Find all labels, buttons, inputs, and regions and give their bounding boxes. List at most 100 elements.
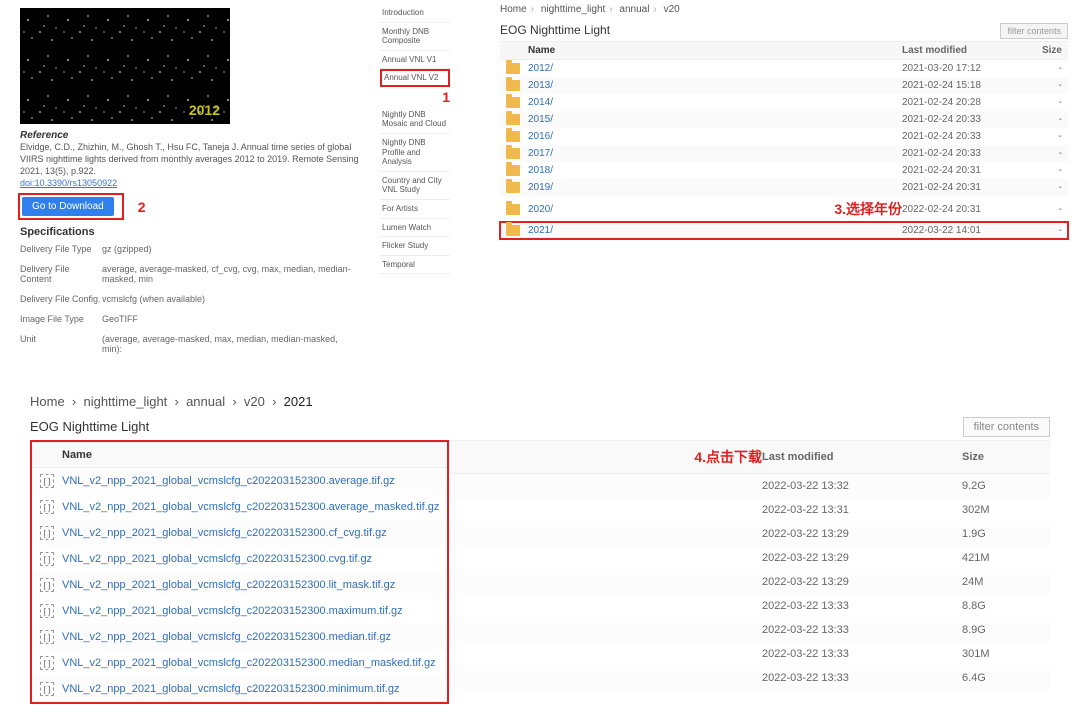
folder-name[interactable]: 2017/ <box>528 148 902 159</box>
folder-row[interactable]: 2018/2021-02-24 20:31- <box>500 162 1068 179</box>
file-name[interactable]: VNL_v2_npp_2021_global_vcmslcfg_c2022031… <box>62 475 439 487</box>
file-row-meta: 2022-03-22 13:336.4G <box>449 666 1050 690</box>
file-modified: 2022-03-22 13:29 <box>762 576 962 588</box>
nav-item[interactable]: Monthly DNB Composite <box>380 23 450 51</box>
file-modified: 2022-03-22 13:32 <box>762 480 962 492</box>
nav-item[interactable]: For Artists <box>380 200 450 219</box>
crumb2-1[interactable]: nighttime_light <box>83 394 167 409</box>
annotation-1: 1 <box>380 87 450 106</box>
listing-title-2: EOG Nighttime Light <box>30 419 149 434</box>
folder-row[interactable]: 2015/2021-02-24 20:33- <box>500 111 1068 128</box>
col-size-header[interactable]: Size <box>1022 45 1062 56</box>
crumb2-2[interactable]: annual <box>186 394 225 409</box>
nav-item[interactable]: Nightly DNB Profile and Analysis <box>380 134 450 172</box>
file-name[interactable]: VNL_v2_npp_2021_global_vcmslcfg_c2022031… <box>62 631 439 643</box>
folder-row[interactable]: 2012/2021-03-20 17:12- <box>500 60 1068 77</box>
folder-row[interactable]: 2016/2021-02-24 20:33- <box>500 128 1068 145</box>
crumb-home[interactable]: Home <box>500 4 527 15</box>
col-name-header[interactable]: Name <box>528 45 902 56</box>
file-name[interactable]: VNL_v2_npp_2021_global_vcmslcfg_c2022031… <box>62 657 439 669</box>
folder-modified: 2022-03-22 14:01 <box>902 225 1022 236</box>
file-name[interactable]: VNL_v2_npp_2021_global_vcmslcfg_c2022031… <box>62 579 439 591</box>
folder-row[interactable]: 2021/2022-03-22 14:01- <box>500 222 1068 239</box>
big-col-size-header[interactable]: Size <box>962 451 1042 463</box>
folder-name[interactable]: 2021/ <box>528 225 902 236</box>
file-row-meta: 2022-03-22 13:338.8G <box>449 594 1050 618</box>
file-row[interactable]: [ ] VNL_v2_npp_2021_global_vcmslcfg_c2022… <box>32 650 447 676</box>
reference-doi-link[interactable]: doi:10.3390/rs13050922 <box>20 178 117 188</box>
file-row-meta: 2022-03-22 13:2924M <box>449 570 1050 594</box>
file-name[interactable]: VNL_v2_npp_2021_global_vcmslcfg_c2022031… <box>62 527 439 539</box>
folder-name[interactable]: 2020/ <box>528 204 774 215</box>
folder-name[interactable]: 2013/ <box>528 80 902 91</box>
crumb-2[interactable]: annual <box>619 4 649 15</box>
big-col-name-header[interactable]: Name <box>62 449 439 461</box>
folder-row[interactable]: 2019/2021-02-24 20:31- <box>500 179 1068 196</box>
folder-name[interactable]: 2014/ <box>528 97 902 108</box>
file-icon: [ ] <box>40 630 54 644</box>
folder-row[interactable]: 2020/3.选择年份2022-02-24 20:31- <box>500 196 1068 222</box>
folder-icon <box>506 114 520 125</box>
file-size: 1.9G <box>962 528 1042 540</box>
listing-title: EOG Nighttime Light <box>500 23 610 37</box>
filter-input-2[interactable]: filter contents <box>963 417 1050 437</box>
crumb2-home[interactable]: Home <box>30 394 65 409</box>
col-mod-header[interactable]: Last modified <box>902 45 1022 56</box>
folder-row[interactable]: 2014/2021-02-24 20:28- <box>500 94 1068 111</box>
nav-item[interactable]: Country and City VNL Study <box>380 172 450 200</box>
file-modified: 2022-03-22 13:33 <box>762 672 962 684</box>
folder-name[interactable]: 2012/ <box>528 63 902 74</box>
crumb-1[interactable]: nighttime_light <box>541 4 605 15</box>
big-col-mod-header[interactable]: Last modified <box>762 451 962 463</box>
spec-val: (average, average-masked, max, median, m… <box>102 334 360 354</box>
folder-modified: 2021-02-24 20:31 <box>902 165 1022 176</box>
crumb-3[interactable]: v20 <box>664 4 680 15</box>
file-row[interactable]: [ ]VNL_v2_npp_2021_global_vcmslcfg_c2022… <box>32 598 447 624</box>
annotation-box-2: Go to Download <box>18 193 124 220</box>
reference-heading: Reference <box>20 130 360 141</box>
folder-size: - <box>1022 80 1062 91</box>
breadcrumb-2: Home › nighttime_light › annual › v20 › … <box>30 394 1050 409</box>
spec-val: vcmslcfg (when available) <box>102 294 205 304</box>
file-row[interactable]: [ ]VNL_v2_npp_2021_global_vcmslcfg_c2022… <box>32 546 447 572</box>
folder-icon <box>506 63 520 74</box>
file-row[interactable]: [ ]VNL_v2_npp_2021_global_vcmslcfg_c2022… <box>32 572 447 598</box>
file-name[interactable]: VNL_v2_npp_2021_global_vcmslcfg_c2022031… <box>62 553 439 565</box>
folder-modified: 2021-02-24 20:33 <box>902 148 1022 159</box>
file-row[interactable]: [ ]VNL_v2_npp_2021_global_vcmslcfg_c2022… <box>32 676 447 702</box>
file-row[interactable]: [ ]VNL_v2_npp_2021_global_vcmslcfg_c2022… <box>32 468 447 494</box>
file-modified: 2022-03-22 13:33 <box>762 624 962 636</box>
nav-item[interactable]: Annual VNL V1 <box>380 51 450 70</box>
filter-input[interactable]: filter contents <box>1000 23 1068 39</box>
file-size: 421M <box>962 552 1042 564</box>
crumb2-4[interactable]: 2021 <box>284 394 313 409</box>
folder-icon <box>506 165 520 176</box>
file-row[interactable]: [ ]VNL_v2_npp_2021_global_vcmslcfg_c2022… <box>32 494 447 520</box>
nav-item[interactable]: Lumen Watch <box>380 219 450 238</box>
file-name[interactable]: VNL_v2_npp_2021_global_vcmslcfg_c2022031… <box>62 683 439 695</box>
file-icon: [ ] <box>40 656 54 670</box>
folder-modified: 2021-02-24 20:28 <box>902 97 1022 108</box>
folder-name[interactable]: 2015/ <box>528 114 902 125</box>
folder-row[interactable]: 2013/2021-02-24 15:18- <box>500 77 1068 94</box>
folder-size: - <box>1022 131 1062 142</box>
nav-item[interactable]: Temporal <box>380 256 450 275</box>
file-row[interactable]: [ ]VNL_v2_npp_2021_global_vcmslcfg_c2022… <box>32 520 447 546</box>
folder-row[interactable]: 2017/2021-02-24 20:33- <box>500 145 1068 162</box>
nav-item[interactable]: Annual VNL V2 <box>380 69 450 87</box>
folder-name[interactable]: 2019/ <box>528 182 902 193</box>
nav-item[interactable]: Flicker Study <box>380 237 450 256</box>
folder-name[interactable]: 2016/ <box>528 131 902 142</box>
file-name[interactable]: VNL_v2_npp_2021_global_vcmslcfg_c2022031… <box>62 501 439 513</box>
crumb2-3[interactable]: v20 <box>244 394 265 409</box>
folder-name[interactable]: 2018/ <box>528 165 902 176</box>
file-name[interactable]: VNL_v2_npp_2021_global_vcmslcfg_c2022031… <box>62 605 439 617</box>
file-row[interactable]: [ ] VNL_v2_npp_2021_global_vcmslcfg_c2022… <box>32 624 447 650</box>
file-row-meta: 2022-03-22 13:291.9G <box>449 522 1050 546</box>
go-to-download-button[interactable]: Go to Download <box>22 197 114 216</box>
folder-size: - <box>1022 182 1062 193</box>
spec-key: Delivery File Type <box>20 244 102 254</box>
nav-item[interactable]: Nightly DNB Mosaic and Cloud <box>380 106 450 134</box>
nav-item[interactable]: Introduction <box>380 4 450 23</box>
file-modified: 2022-03-22 13:29 <box>762 552 962 564</box>
